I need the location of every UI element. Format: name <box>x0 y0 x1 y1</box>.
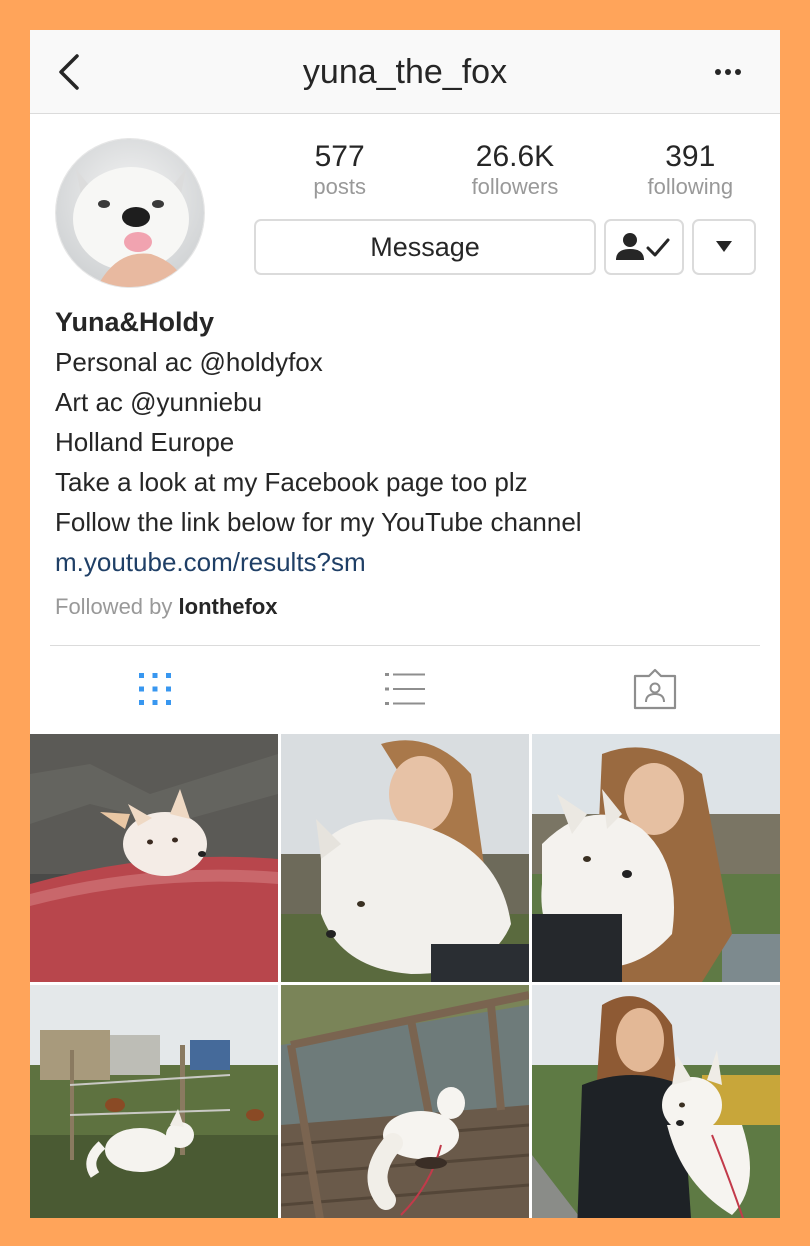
tab-tagged-view[interactable] <box>530 646 780 732</box>
person-check-icon <box>616 233 670 260</box>
bio-line: Art ac @yunniebu <box>55 387 263 417</box>
tagged-icon <box>633 668 677 710</box>
top-navigation-bar: yuna_the_fox <box>30 30 780 114</box>
bio-line: Personal ac @holdyfox <box>55 347 323 377</box>
app-screen: yuna_the_fox 577 posts 26.6K followers 3… <box>30 30 780 1218</box>
woman-with-fox-photo-thumbnail <box>532 985 780 1218</box>
fox-photo-thumbnail <box>30 734 278 982</box>
followers-count-value: 26.6K <box>475 140 555 173</box>
photo-grid <box>30 734 780 1218</box>
bio-line: Follow the link below for my YouTube cha… <box>55 507 582 537</box>
grid-photo[interactable] <box>281 734 529 982</box>
ellipsis-icon <box>715 69 721 75</box>
followed-by-username[interactable]: lonthefox <box>179 594 278 619</box>
grid-photo[interactable] <box>30 734 278 982</box>
grid-photo[interactable] <box>281 985 529 1218</box>
list-icon <box>385 673 425 705</box>
profile-avatar[interactable] <box>55 138 205 288</box>
followers-count[interactable]: 26.6K followers <box>427 140 602 202</box>
fox-on-dock-photo-thumbnail <box>281 985 529 1218</box>
followers-count-label: followers <box>471 174 559 199</box>
grid-photo[interactable] <box>30 985 278 1218</box>
message-button[interactable]: Message <box>254 219 596 275</box>
posts-count-label: posts <box>313 174 366 199</box>
grid-photo[interactable] <box>532 734 780 982</box>
following-status-button[interactable] <box>604 219 684 275</box>
grid-icon <box>139 673 171 705</box>
following-count-label: following <box>647 174 734 199</box>
woman-with-fox-photo-thumbnail <box>281 734 529 982</box>
followed-by-text: Followed by lonthefox <box>55 592 755 622</box>
fox-farmyard-photo-thumbnail <box>30 985 278 1218</box>
bio-website-link[interactable]: m.youtube.com/results?sm <box>55 542 755 582</box>
tab-list-view[interactable] <box>280 646 530 732</box>
grid-photo[interactable] <box>532 985 780 1218</box>
following-count-value: 391 <box>665 140 716 173</box>
following-count[interactable]: 391 following <box>603 140 778 202</box>
profile-bio: Yuna&Holdy Personal ac @holdyfox Art ac … <box>55 302 755 622</box>
followed-by-prefix: Followed by <box>55 594 173 619</box>
woman-with-fox-photo-thumbnail <box>532 734 780 982</box>
avatar-fox-photo <box>56 139 204 287</box>
posts-count[interactable]: 577 posts <box>252 140 427 202</box>
bio-line: Take a look at my Facebook page too plz <box>55 467 528 497</box>
posts-count-value: 577 <box>314 140 365 173</box>
triangle-down-icon <box>716 241 732 252</box>
profile-username-title: yuna_the_fox <box>302 53 508 91</box>
profile-view-tabs <box>30 646 780 732</box>
bio-line: Holland Europe <box>55 427 235 457</box>
suggestions-dropdown-button[interactable] <box>692 219 756 275</box>
profile-display-name: Yuna&Holdy <box>55 307 215 337</box>
profile-stats: 577 posts 26.6K followers 391 following <box>252 140 778 202</box>
more-options-button[interactable] <box>706 58 750 86</box>
tab-grid-view[interactable] <box>30 646 280 732</box>
